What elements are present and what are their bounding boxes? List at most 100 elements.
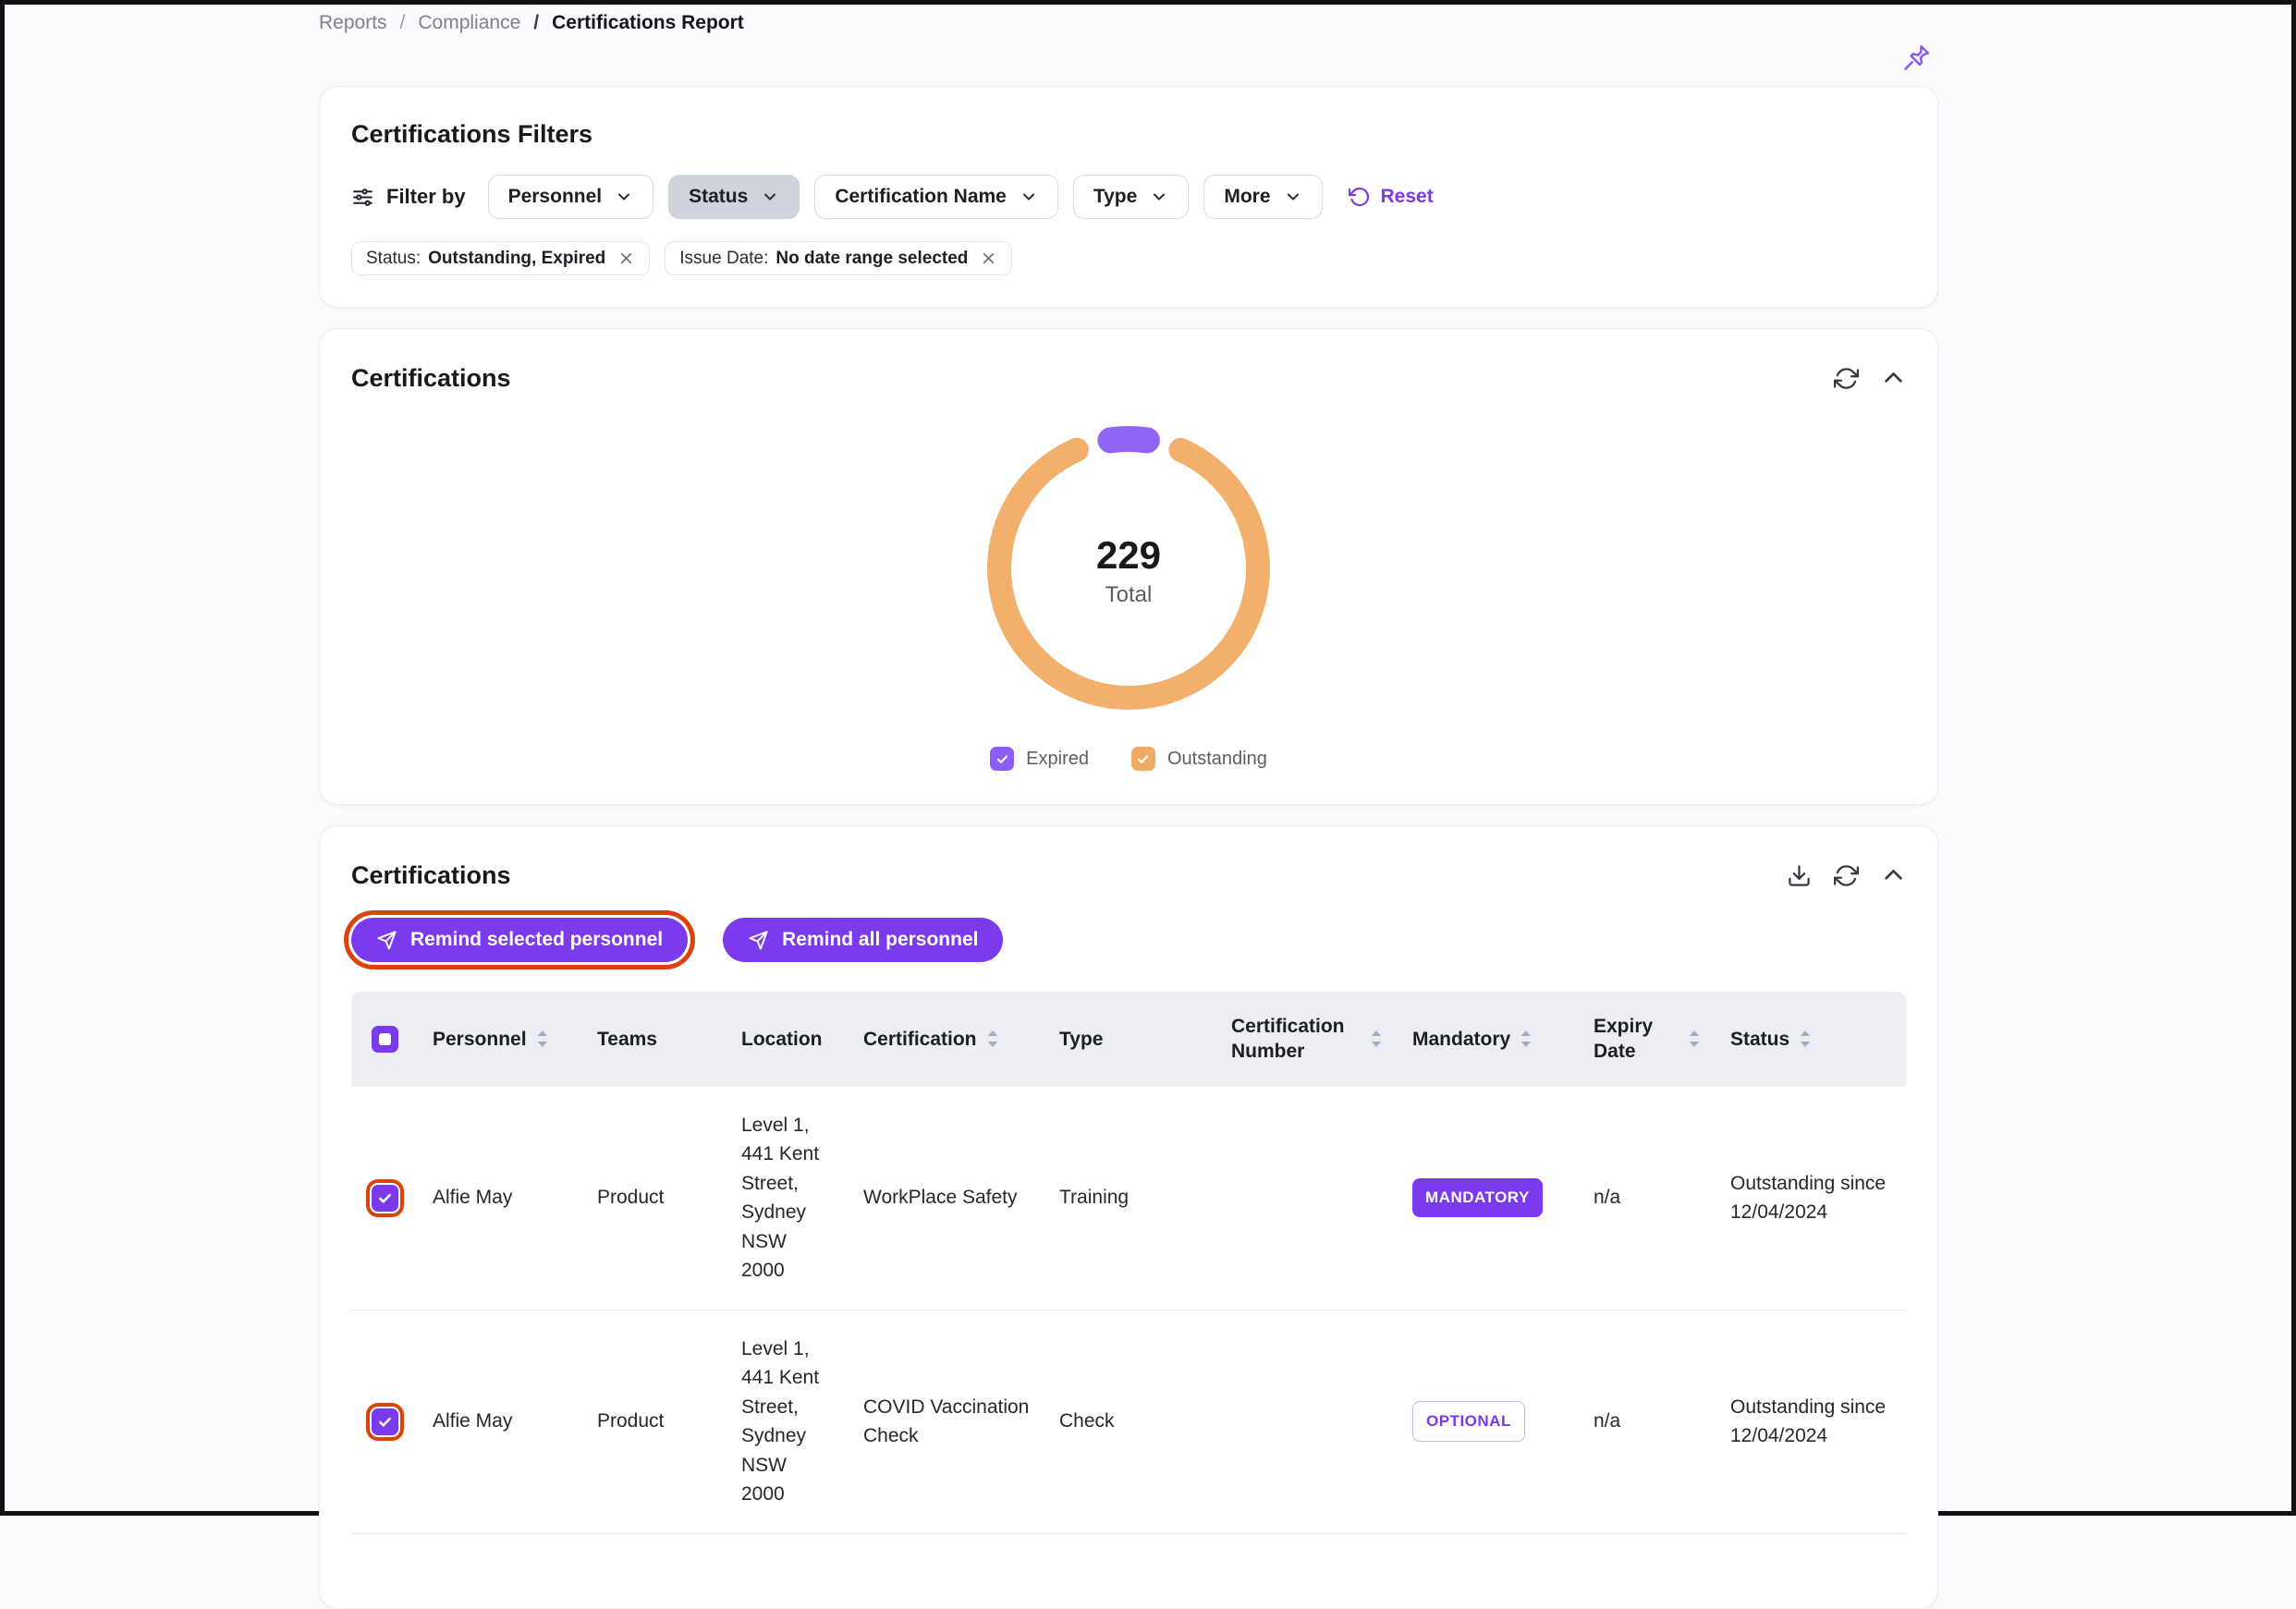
filter-dropdown-personnel[interactable]: Personnel [488,175,654,219]
filter-dropdown-more[interactable]: More [1203,175,1322,219]
filter-chip-status: Status: Outstanding, Expired [351,241,650,275]
donut-chart: 229 Total [981,421,1276,721]
row-checkbox[interactable] [372,1408,398,1435]
remind-selected-personnel-button[interactable]: Remind selected personnel [351,918,688,962]
indeterminate-mark [379,1033,391,1045]
cell-select [351,1087,418,1310]
chart-legend: Expired Outstanding [351,747,1906,771]
collapse-chevron-up-icon[interactable] [1881,366,1906,391]
cell-certification-number [1216,1310,1398,1533]
sliders-icon [351,186,374,209]
optional-badge: OPTIONAL [1412,1401,1525,1442]
chevron-down-icon [761,188,779,206]
column-header-expiry-date[interactable]: Expiry Date [1579,992,1716,1087]
cell-personnel: Alfie May [418,1087,582,1310]
remove-chip-icon[interactable] [617,250,635,267]
sort-icon [1370,1029,1383,1049]
sort-icon [1799,1029,1812,1049]
chevron-down-icon [1284,188,1302,206]
filter-row: Filter by Personnel Status Certification… [351,175,1906,219]
cell-status: Outstanding since 12/04/2024 [1716,1310,1906,1533]
pin-icon[interactable] [1901,42,1933,73]
chart-card-title: Certifications [351,364,511,393]
cell-teams: Product [582,1087,727,1310]
column-header-status[interactable]: Status [1716,992,1906,1087]
sort-icon [536,1029,549,1049]
column-header-mandatory[interactable]: Mandatory [1398,992,1579,1087]
mandatory-badge: MANDATORY [1412,1178,1543,1217]
legend-label: Outstanding [1167,749,1267,770]
column-header-type[interactable]: Type [1044,992,1216,1087]
legend-item-outstanding: Outstanding [1131,747,1267,771]
legend-item-expired: Expired [990,747,1089,771]
filter-dropdown-status[interactable]: Status [668,175,800,219]
filter-chip-issue-date: Issue Date: No date range selected [665,241,1012,275]
legend-checkbox-outstanding[interactable] [1131,747,1155,771]
chevron-down-icon [615,188,633,206]
table-row: Alfie May Product Level 1, 441 Kent Stre… [351,1310,1906,1533]
select-all-header [351,992,418,1087]
select-all-checkbox[interactable] [372,1026,398,1053]
breadcrumb-separator: / [400,12,406,34]
cell-personnel: Alfie May [418,1310,582,1533]
legend-label: Expired [1026,749,1089,770]
refresh-icon[interactable] [1834,366,1859,391]
collapse-chevron-up-icon[interactable] [1881,863,1906,888]
filter-by-label: Filter by [386,185,466,209]
table-card-title: Certifications [351,861,511,890]
certifications-table-card: Certifications [319,825,1938,1609]
table-actions: Remind selected personnel Remind all per… [351,918,1906,962]
active-filter-chips: Status: Outstanding, Expired Issue Date:… [351,241,1906,275]
filters-card-title: Certifications Filters [351,120,1906,149]
column-header-certification[interactable]: Certification [849,992,1044,1087]
column-header-location[interactable]: Location [727,992,849,1087]
cell-expiry-date: n/a [1579,1087,1716,1310]
cell-certification-number [1216,1087,1398,1310]
column-header-teams[interactable]: Teams [582,992,727,1087]
certifications-table: Personnel Teams Location Certification [351,992,1906,1534]
breadcrumb-current-page: Certifications Report [552,12,744,34]
download-icon[interactable] [1787,863,1812,888]
column-header-personnel[interactable]: Personnel [418,992,582,1087]
table-header-row: Personnel Teams Location Certification [351,992,1906,1087]
filter-dropdown-certification-name[interactable]: Certification Name [814,175,1058,219]
cell-type: Check [1044,1310,1216,1533]
breadcrumb-reports[interactable]: Reports [319,12,387,34]
send-icon [376,930,397,951]
reset-filters-button[interactable]: Reset [1349,186,1434,208]
donut-center: 229 Total [981,421,1276,721]
reset-label: Reset [1381,186,1434,208]
reset-icon [1349,186,1371,208]
cell-certification: COVID Vaccination Check [849,1310,1044,1533]
row-checkbox[interactable] [372,1185,398,1212]
donut-total-label: Total [1105,582,1153,608]
cell-status: Outstanding since 12/04/2024 [1716,1087,1906,1310]
cell-mandatory: MANDATORY [1398,1087,1579,1310]
cell-mandatory: OPTIONAL [1398,1310,1579,1533]
cell-location: Level 1, 441 Kent Street, Sydney NSW 200… [727,1087,849,1310]
chevron-down-icon [1020,188,1038,206]
chevron-down-icon [1150,188,1168,206]
sort-icon [986,1029,999,1049]
column-header-certification-number[interactable]: Certification Number [1216,992,1398,1087]
cell-teams: Product [582,1310,727,1533]
remove-chip-icon[interactable] [980,250,997,267]
legend-checkbox-expired[interactable] [990,747,1014,771]
filter-by-label-group: Filter by [351,185,466,209]
sort-icon [1520,1029,1533,1049]
cell-location: Level 1, 441 Kent Street, Sydney NSW 200… [727,1310,849,1533]
cell-select [351,1310,418,1533]
breadcrumb: Reports / Compliance / Certifications Re… [319,12,1938,34]
filter-dropdown-type[interactable]: Type [1073,175,1189,219]
breadcrumb-compliance[interactable]: Compliance [418,12,520,34]
table-row: Alfie May Product Level 1, 441 Kent Stre… [351,1087,1906,1310]
certifications-chart-card: Certifications [319,328,1938,805]
send-icon [748,930,769,951]
certifications-filters-card: Certifications Filters Filter by Personn… [319,86,1938,308]
remind-all-personnel-button[interactable]: Remind all personnel [723,918,1003,962]
cell-certification: WorkPlace Safety [849,1087,1044,1310]
breadcrumb-separator: / [533,12,539,34]
cell-type: Training [1044,1087,1216,1310]
refresh-icon[interactable] [1834,863,1859,888]
sort-icon [1688,1029,1701,1049]
